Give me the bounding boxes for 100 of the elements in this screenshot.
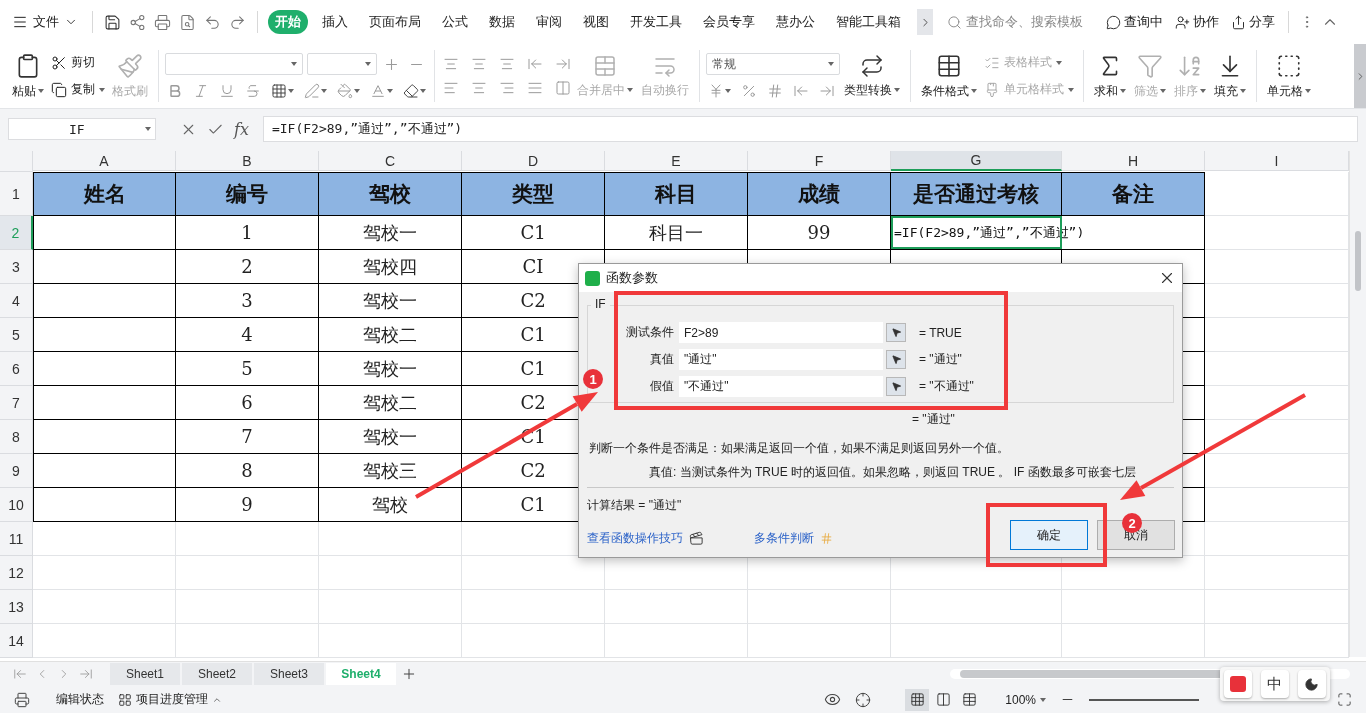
- header-cell[interactable]: 科目: [605, 172, 748, 216]
- cut-button[interactable]: 剪切: [48, 53, 108, 72]
- row-header[interactable]: 1: [0, 172, 33, 216]
- table-cell[interactable]: 驾校一: [319, 420, 462, 454]
- view-mode-button[interactable]: [905, 688, 930, 711]
- fill-button[interactable]: 填充: [1210, 50, 1250, 102]
- row-header[interactable]: 7: [0, 386, 33, 420]
- add-sheet-icon[interactable]: [401, 666, 417, 682]
- type-convert-button[interactable]: 类型转换: [840, 51, 904, 101]
- ribbon-tab[interactable]: 视图: [576, 10, 616, 34]
- ribbon-tab[interactable]: 开发工具: [623, 10, 689, 34]
- search-field[interactable]: 查找命令、搜索模板: [947, 13, 1097, 31]
- table-cell[interactable]: 4: [176, 318, 319, 352]
- ime-mode-key[interactable]: 中: [1261, 670, 1289, 698]
- table-cell[interactable]: 9: [176, 488, 319, 522]
- first-sheet-icon[interactable]: [13, 667, 27, 681]
- argument-field[interactable]: F2>89: [679, 322, 883, 343]
- table-cell[interactable]: [33, 318, 176, 352]
- table-cell[interactable]: 2: [176, 250, 319, 284]
- ribbon-tab[interactable]: 数据: [482, 10, 522, 34]
- borders-icon[interactable]: [271, 83, 287, 99]
- column-header[interactable]: G: [891, 151, 1062, 171]
- fullscreen-icon[interactable]: [1337, 692, 1352, 707]
- table-cell[interactable]: 7: [176, 420, 319, 454]
- ok-button[interactable]: 确定: [1010, 520, 1088, 550]
- font-select[interactable]: [165, 53, 303, 75]
- row-header[interactable]: 14: [0, 624, 33, 658]
- table-cell[interactable]: 驾校一: [319, 352, 462, 386]
- table-cell[interactable]: 科目一: [605, 216, 748, 250]
- range-picker-button[interactable]: [886, 350, 906, 369]
- column-header[interactable]: F: [748, 151, 891, 171]
- ribbon-tab[interactable]: 公式: [435, 10, 475, 34]
- column-header[interactable]: E: [605, 151, 748, 171]
- row-header[interactable]: 11: [0, 522, 33, 556]
- table-cell[interactable]: [33, 250, 176, 284]
- row-header[interactable]: 10: [0, 488, 33, 522]
- ime-logo-icon[interactable]: [1224, 670, 1253, 698]
- distribute-icon[interactable]: [555, 80, 571, 96]
- cell-button[interactable]: 单元格: [1263, 50, 1315, 102]
- table-cell[interactable]: 驾校: [319, 488, 462, 522]
- header-cell[interactable]: 编号: [176, 172, 319, 216]
- align-right-icon[interactable]: [499, 80, 515, 96]
- table-cell[interactable]: 驾校二: [319, 386, 462, 420]
- select-all-corner[interactable]: [0, 151, 33, 172]
- table-cell[interactable]: 驾校一: [319, 284, 462, 318]
- row-header[interactable]: 12: [0, 556, 33, 590]
- table-cell[interactable]: 驾校四: [319, 250, 462, 284]
- name-box[interactable]: IF: [8, 118, 156, 140]
- range-picker-button[interactable]: [886, 323, 906, 342]
- table-cell[interactable]: [33, 386, 176, 420]
- table-cell[interactable]: [33, 284, 176, 318]
- query-button[interactable]: 查询中: [1103, 13, 1166, 31]
- align-left-icon[interactable]: [443, 80, 459, 96]
- table-cell[interactable]: [33, 454, 176, 488]
- sum-button[interactable]: 求和: [1090, 50, 1130, 102]
- table-cell[interactable]: 5: [176, 352, 319, 386]
- italic-icon[interactable]: [193, 83, 209, 99]
- zoom-button[interactable]: 100%: [1005, 692, 1046, 707]
- ribbon-tab[interactable]: 会员专享: [696, 10, 762, 34]
- ribbon-tab[interactable]: 插入: [315, 10, 355, 34]
- table-cell[interactable]: [33, 216, 176, 250]
- crosshair-icon[interactable]: [855, 691, 872, 708]
- formula-field[interactable]: =IF(F2>89,”通过”,”不通过”): [262, 116, 1358, 142]
- undo-icon[interactable]: [204, 13, 221, 31]
- header-cell[interactable]: 驾校: [319, 172, 462, 216]
- sheet-tab[interactable]: Sheet1: [110, 663, 180, 685]
- header-cell[interactable]: 姓名: [33, 172, 176, 216]
- column-header[interactable]: D: [462, 151, 605, 171]
- thousands-icon[interactable]: [767, 83, 783, 99]
- row-header[interactable]: 9: [0, 454, 33, 488]
- paint-bucket-icon[interactable]: [337, 83, 353, 99]
- file-menu-button[interactable]: 文件: [8, 13, 82, 31]
- eye-icon[interactable]: [824, 691, 842, 708]
- conditional-format-button[interactable]: 条件格式: [917, 50, 981, 102]
- align-center-icon[interactable]: [471, 80, 487, 96]
- table-cell[interactable]: 99: [748, 216, 891, 250]
- copy-button[interactable]: 复制: [48, 80, 108, 99]
- header-cell[interactable]: 是否通过考核: [891, 172, 1062, 216]
- row-header[interactable]: 5: [0, 318, 33, 352]
- table-cell[interactable]: [33, 352, 176, 386]
- paste-button[interactable]: 粘贴: [8, 50, 48, 102]
- column-header[interactable]: C: [319, 151, 462, 171]
- ime-moon-key[interactable]: [1297, 670, 1326, 698]
- table-cell[interactable]: 3: [176, 284, 319, 318]
- ribbon-tab[interactable]: 智能工具箱: [829, 10, 908, 34]
- table-cell[interactable]: C1: [462, 216, 605, 250]
- align-middle-icon[interactable]: [471, 56, 487, 72]
- align-bottom-icon[interactable]: [499, 56, 515, 72]
- eraser-icon[interactable]: [403, 83, 419, 99]
- collaborate-button[interactable]: 协作: [1172, 13, 1222, 31]
- project-button[interactable]: 项目进度管理: [118, 691, 222, 708]
- currency-icon[interactable]: [708, 83, 724, 99]
- header-cell[interactable]: 成绩: [748, 172, 891, 216]
- ribbon-tab[interactable]: 审阅: [529, 10, 569, 34]
- column-header[interactable]: I: [1205, 151, 1349, 171]
- table-cell[interactable]: 1: [176, 216, 319, 250]
- print-icon[interactable]: [154, 13, 171, 31]
- help-link[interactable]: 查看函数操作技巧: [587, 530, 704, 547]
- increase-decimal-icon[interactable]: [793, 83, 809, 99]
- status-icon[interactable]: [14, 691, 30, 708]
